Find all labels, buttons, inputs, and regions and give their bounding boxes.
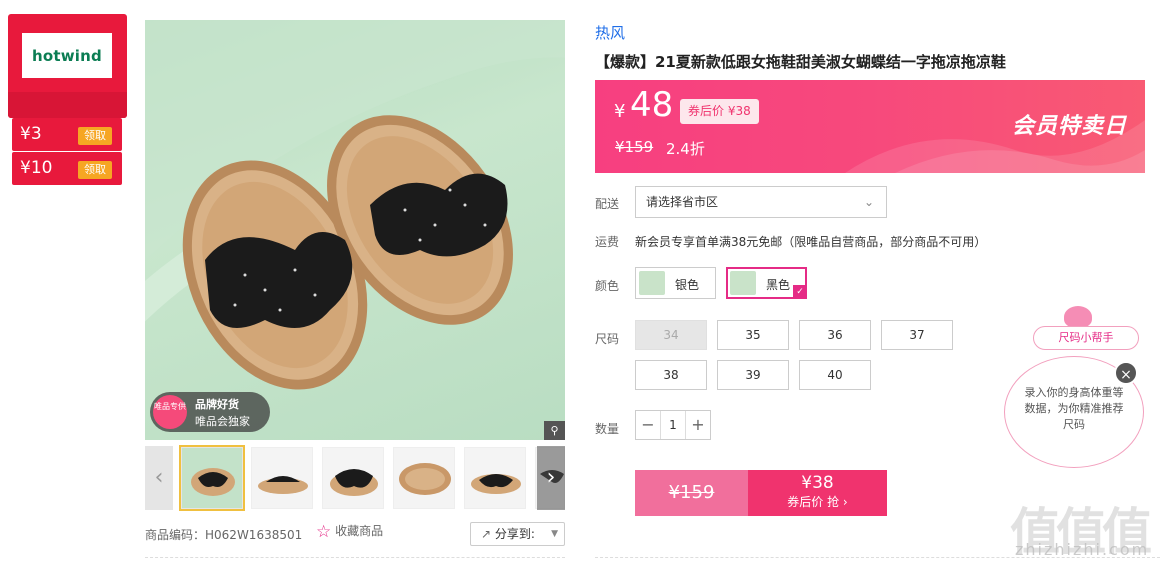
thumbnail[interactable] xyxy=(322,447,384,509)
size-label: 尺码 xyxy=(595,332,620,346)
share-icon: ↗ xyxy=(481,527,492,541)
claim-coupon-button[interactable]: 领取 xyxy=(78,127,112,145)
thumbnail[interactable] xyxy=(179,445,245,511)
color-option-silver[interactable]: 银色 xyxy=(635,267,716,299)
color-swatch xyxy=(639,271,665,295)
product-code-value: H062W1638501 xyxy=(205,528,303,542)
claim-coupon-button[interactable]: 领取 xyxy=(78,161,112,179)
region-select[interactable]: 请选择省市区 ⌄ xyxy=(635,186,887,218)
star-icon: ☆ xyxy=(316,522,332,542)
mascot-icon xyxy=(1064,306,1092,328)
watermark-url: zhizhizhi.com xyxy=(1015,540,1150,559)
thumbnail-image xyxy=(394,448,454,508)
after-coupon-tag: 券后价 ¥38 xyxy=(680,99,759,124)
share-label: 分享到: xyxy=(494,527,535,541)
discount-rate: 2.4折 xyxy=(666,140,705,158)
buy-coupon-label: 券后价 抢 › xyxy=(787,495,848,509)
product-main-image[interactable] xyxy=(145,20,565,440)
current-price: 48 xyxy=(630,85,674,125)
brand-card-bottom xyxy=(8,92,127,118)
buy-original-price: ¥159 xyxy=(668,482,715,503)
thumbnail-image xyxy=(465,448,525,508)
delivery-label: 配送 xyxy=(595,197,620,211)
coupon-amount: ¥3 xyxy=(20,124,42,144)
divider xyxy=(145,557,565,558)
quantity-input[interactable]: 1 xyxy=(660,411,686,439)
chevron-right-icon[interactable]: › xyxy=(537,446,565,510)
coupon-3[interactable]: ¥3 领取 xyxy=(12,118,122,151)
buy-coupon-button[interactable]: ¥38 券后价 抢 › xyxy=(748,470,887,516)
color-option-black[interactable]: 黑色 ✓ xyxy=(726,267,807,299)
thumbnail[interactable] xyxy=(251,447,313,509)
shipping-info: 新会员专享首单满38元免邮（限唯品自营商品，部分商品不可用） xyxy=(635,235,987,249)
vip-exclusive-icon: 唯品专供 xyxy=(153,395,187,429)
thumbnail-image xyxy=(252,448,312,508)
close-icon[interactable]: × xyxy=(1114,361,1138,385)
favorite-label: 收藏商品 xyxy=(335,524,384,538)
size-option[interactable]: 38 xyxy=(635,360,707,390)
brand-link[interactable]: 热风 xyxy=(595,22,625,43)
decrease-button[interactable]: − xyxy=(636,411,660,439)
product-title: 【爆款】21夏新款低跟女拖鞋甜美淑女蝴蝶结一字拖凉拖凉鞋 xyxy=(595,53,1006,71)
size-option: 34 xyxy=(635,320,707,350)
region-select-value: 请选择省市区 xyxy=(646,195,719,209)
share-dropdown[interactable]: ↗ 分享到: ▼ xyxy=(470,522,565,546)
slipper-illustration xyxy=(145,20,565,390)
brand-logo[interactable]: hotwind xyxy=(22,33,112,78)
quantity-label: 数量 xyxy=(595,422,620,436)
shipping-label: 运费 xyxy=(595,235,620,249)
size-option[interactable]: 36 xyxy=(799,320,871,350)
magnifier-icon[interactable]: ⚲ xyxy=(544,421,565,440)
badge-line-2: 唯品会独家 xyxy=(195,415,250,428)
favorite-button[interactable]: ☆ 收藏商品 xyxy=(316,522,383,542)
product-code-label: 商品编码： xyxy=(145,528,206,542)
size-helper-text: 录入你的身高体重等数据，为你精准推荐尺码 xyxy=(1024,386,1124,431)
color-label: 颜色 xyxy=(595,279,620,293)
size-option[interactable]: 37 xyxy=(881,320,953,350)
thumbnail-image xyxy=(323,448,383,508)
buy-original-price-button[interactable]: ¥159 xyxy=(635,470,748,516)
check-icon: ✓ xyxy=(793,285,807,299)
thumbnail[interactable] xyxy=(464,447,526,509)
size-helper-label[interactable]: 尺码小帮手 xyxy=(1033,326,1139,350)
color-swatch xyxy=(730,271,756,295)
chevron-down-icon: ⌄ xyxy=(863,195,874,209)
badge-line-1: 品牌好货 xyxy=(195,398,239,411)
buy-coupon-price: ¥38 xyxy=(801,473,834,493)
caret-down-icon: ▼ xyxy=(551,529,558,539)
original-price: ¥159 xyxy=(615,138,654,156)
size-option[interactable]: 35 xyxy=(717,320,789,350)
currency-symbol: ¥ xyxy=(614,101,626,122)
coupon-amount: ¥10 xyxy=(20,158,53,178)
chevron-left-icon[interactable]: ‹ xyxy=(145,446,173,510)
coupon-10[interactable]: ¥10 领取 xyxy=(12,152,122,185)
color-name: 银色 xyxy=(675,278,700,292)
thumbnail[interactable] xyxy=(393,447,455,509)
increase-button[interactable]: + xyxy=(686,411,710,439)
size-option[interactable]: 39 xyxy=(717,360,789,390)
member-sale-day-label: 会员特卖日 xyxy=(1012,114,1128,139)
size-option[interactable]: 40 xyxy=(799,360,871,390)
product-code: 商品编码：H062W1638501 xyxy=(145,526,302,543)
quantity-stepper: − 1 + xyxy=(635,410,711,440)
thumbnail-image xyxy=(182,448,242,508)
color-name: 黑色 xyxy=(766,278,791,292)
